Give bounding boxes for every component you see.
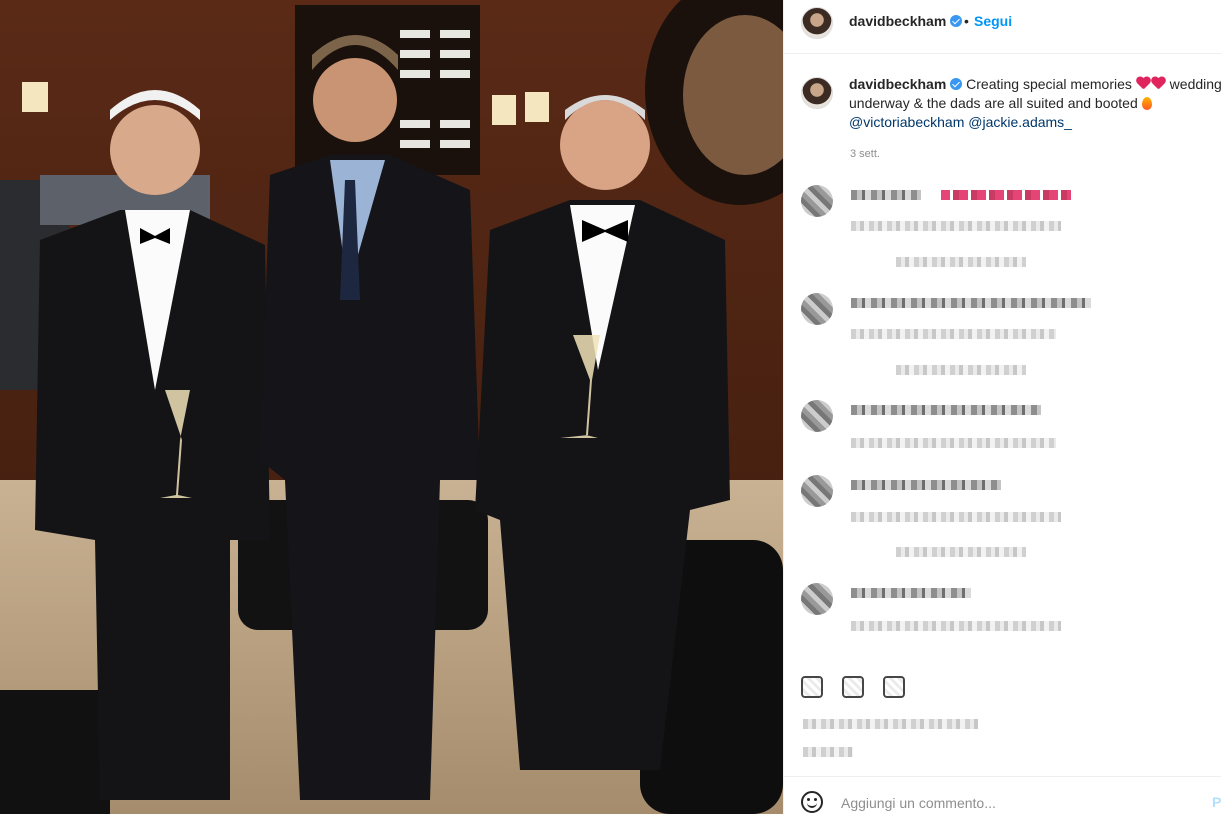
comment-text-blurred xyxy=(851,588,971,598)
emoji-icon[interactable] xyxy=(801,791,823,813)
share-icon[interactable] xyxy=(883,676,905,698)
post-actions-bar xyxy=(801,676,1201,700)
likes-summary-blurred[interactable] xyxy=(803,719,978,729)
comment-username-blurred[interactable] xyxy=(851,190,921,200)
follow-button[interactable]: Segui xyxy=(974,13,1012,29)
commenter-avatar[interactable] xyxy=(801,185,833,217)
comment-meta-blurred xyxy=(851,621,1061,631)
fire-emoji-icon xyxy=(1141,97,1152,110)
post-time: 3 sett. xyxy=(850,148,880,160)
verified-badge-icon xyxy=(950,78,963,90)
commenter-avatar[interactable] xyxy=(801,293,833,325)
caption-line-1: Creating special memories xyxy=(966,76,1132,92)
view-replies-blurred[interactable] xyxy=(896,547,1026,557)
author-username-text[interactable]: davidbeckham xyxy=(849,13,946,29)
comment-meta-blurred xyxy=(851,221,1061,231)
post-image xyxy=(0,0,783,814)
separator-dot: • xyxy=(964,13,969,29)
like-icon[interactable] xyxy=(801,676,823,698)
comment-meta-blurred xyxy=(851,438,1056,448)
comment-item[interactable] xyxy=(801,185,1221,285)
comment-composer: P xyxy=(784,776,1221,817)
mention-jackie-adams[interactable]: @jackie.adams_ xyxy=(968,114,1072,130)
comment-text-blurred xyxy=(851,480,1001,490)
caption-author-avatar[interactable] xyxy=(801,77,833,109)
post-header: davidbeckham • Segui xyxy=(784,0,1221,54)
heart-emoji-icon xyxy=(1136,77,1151,91)
author-username[interactable]: davidbeckham xyxy=(849,13,963,29)
comment-text-blurred xyxy=(851,298,1091,308)
comment-item[interactable] xyxy=(801,583,1221,643)
author-avatar[interactable] xyxy=(801,7,833,39)
commenter-avatar[interactable] xyxy=(801,400,833,432)
comment-input[interactable] xyxy=(839,789,1183,817)
post-side-panel: davidbeckham • Segui davidbeckham Creati… xyxy=(783,0,1221,817)
comment-emoji-blurred xyxy=(941,190,1071,200)
caption-text: davidbeckham Creating special memories w… xyxy=(849,75,1221,132)
comment-item[interactable] xyxy=(801,293,1221,393)
comment-meta-blurred xyxy=(851,329,1056,339)
comment-meta-blurred xyxy=(851,512,1061,522)
publish-button[interactable]: P xyxy=(1212,794,1221,810)
comment-text-blurred xyxy=(851,405,1041,415)
verified-badge-icon xyxy=(950,15,963,27)
post-date-blurred xyxy=(803,747,853,757)
caption-author-username-text[interactable]: davidbeckham xyxy=(849,76,946,92)
mention-victoriabeckham[interactable]: @victoriabeckham xyxy=(849,114,964,130)
comment-item[interactable] xyxy=(801,400,1221,460)
view-replies-blurred[interactable] xyxy=(896,257,1026,267)
post-photo[interactable] xyxy=(0,0,783,814)
caption-author-username[interactable]: davidbeckham xyxy=(849,76,963,92)
commenter-avatar[interactable] xyxy=(801,583,833,615)
heart-emoji-icon xyxy=(1151,77,1166,91)
commenter-avatar[interactable] xyxy=(801,475,833,507)
comment-icon[interactable] xyxy=(842,676,864,698)
view-replies-blurred[interactable] xyxy=(896,365,1026,375)
comment-item[interactable] xyxy=(801,475,1221,575)
